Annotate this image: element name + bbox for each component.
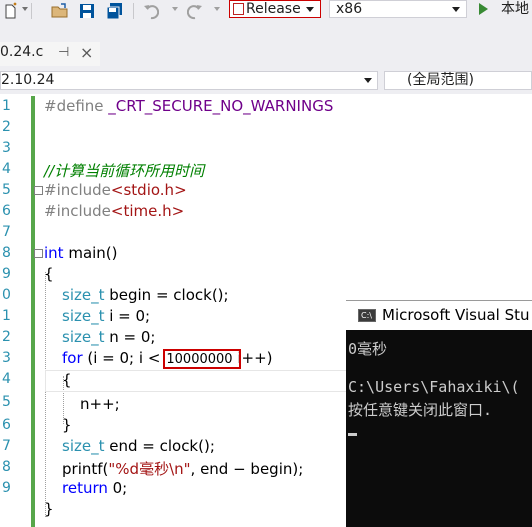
chevron-down-icon (452, 7, 460, 12)
undo-dropdown-icon[interactable] (172, 7, 178, 11)
redo-icon[interactable] (187, 2, 203, 20)
code-line-18: printf("%d毫秒\n", end − begin); (62, 460, 304, 478)
console-title-bar[interactable]: C:\ Microsoft Visual Stu (346, 300, 532, 330)
console-app-icon: C:\ (358, 309, 376, 322)
run-button-label: 本地 (501, 1, 529, 17)
navigation-bar: 2.10.24 (全局范围) (0, 68, 532, 94)
code-line-4-comment: //计算当前循环所用时间 (44, 162, 205, 180)
code-line-8: int main() (44, 244, 118, 262)
line-number: 0 (2, 287, 11, 303)
line-number: 6 (2, 203, 11, 219)
line-number: 8 (2, 245, 11, 261)
line-number: 3 (2, 350, 11, 366)
open-folder-icon[interactable] (51, 2, 69, 20)
play-icon (479, 3, 488, 15)
line-number: 4 (2, 161, 11, 177)
platform-value: x86 (336, 1, 363, 17)
indent-guide (45, 272, 46, 517)
project-scope-dropdown[interactable]: 2.10.24 (0, 71, 378, 90)
configuration-value: Release (246, 1, 301, 17)
line-number: 5 (2, 394, 11, 410)
line-number: 2 (2, 119, 11, 135)
toolbar-separator (133, 3, 134, 19)
code-line-17: size_t end = clock(); (62, 437, 215, 455)
debug-console-window[interactable]: C:\ Microsoft Visual Stu 0毫秒 C:\Users\Fa… (346, 300, 532, 527)
global-scope-dropdown[interactable]: (全局范围) (384, 71, 532, 90)
chevron-down-icon (364, 78, 372, 83)
console-output-line: 按任意键关闭此窗口. (348, 401, 493, 419)
line-number: 7 (2, 224, 11, 240)
new-item-dropdown-icon[interactable] (22, 7, 28, 11)
solution-configuration-dropdown[interactable]: Release (229, 0, 321, 18)
line-number: 3 (2, 140, 11, 156)
line-number: 1 (2, 308, 11, 324)
save-icon[interactable] (79, 2, 95, 20)
code-line-20: } (44, 500, 54, 518)
line-number: 4 (2, 371, 11, 387)
code-line-12: size_t n = 0; (62, 328, 156, 346)
line-number: 8 (2, 459, 11, 475)
console-output-line: 0毫秒 (348, 340, 388, 358)
line-number: 1 (2, 98, 11, 114)
line-number-gutter: 1 2 3 4 5 6 7 8 9 0 1 2 3 4 5 6 7 8 9 (0, 94, 30, 527)
code-line-10: size_t begin = clock(); (62, 286, 229, 304)
close-icon[interactable]: × (80, 43, 93, 62)
configuration-marker-icon (233, 3, 244, 15)
chevron-down-icon (306, 7, 314, 12)
console-cursor (348, 433, 357, 436)
code-line-14: { (62, 371, 72, 389)
new-item-icon[interactable] (2, 2, 18, 20)
save-all-icon[interactable] (106, 2, 124, 20)
line-number: 6 (2, 417, 11, 433)
code-line-6: #include<time.h> (44, 202, 185, 220)
change-tracking-bar (31, 96, 35, 527)
line-number: 9 (2, 266, 11, 282)
toolbar-separator (31, 3, 32, 19)
local-debugger-run-button[interactable]: 本地 (474, 0, 532, 20)
loop-count-highlight-box (163, 349, 241, 369)
code-line-16: } (62, 416, 72, 434)
code-line-5: #include<stdio.h> (44, 181, 187, 199)
document-tab[interactable]: 0.24.c ⊣ × (0, 42, 100, 66)
collapse-icon[interactable] (34, 186, 43, 195)
document-tab-title: 0.24.c (0, 44, 44, 60)
collapse-icon[interactable] (34, 249, 43, 258)
line-number: 7 (2, 438, 11, 454)
console-title: Microsoft Visual Stu (382, 306, 530, 324)
document-tab-strip: 0.24.c ⊣ × (0, 22, 532, 90)
undo-icon[interactable] (143, 2, 159, 20)
line-number: 2 (2, 329, 11, 345)
code-line-11: size_t i = 0; (62, 307, 151, 325)
redo-dropdown-icon[interactable] (214, 7, 220, 11)
code-line-1: #define _CRT_SECURE_NO_WARNINGS (44, 97, 334, 115)
code-line-15: n++; (80, 395, 120, 413)
pin-icon[interactable]: ⊣ (58, 45, 69, 60)
code-line-19: return 0; (62, 479, 128, 497)
code-line-9: { (44, 265, 54, 283)
global-scope-value: (全局范围) (407, 72, 474, 88)
line-number: 5 (2, 182, 11, 198)
project-scope-value: 2.10.24 (1, 72, 55, 88)
console-output-line: C:\Users\Fahaxiki\( (348, 378, 520, 396)
solution-platform-dropdown[interactable]: x86 (329, 0, 467, 18)
line-number: 9 (2, 480, 11, 496)
standard-toolbar: Release x86 本地 (0, 0, 532, 22)
